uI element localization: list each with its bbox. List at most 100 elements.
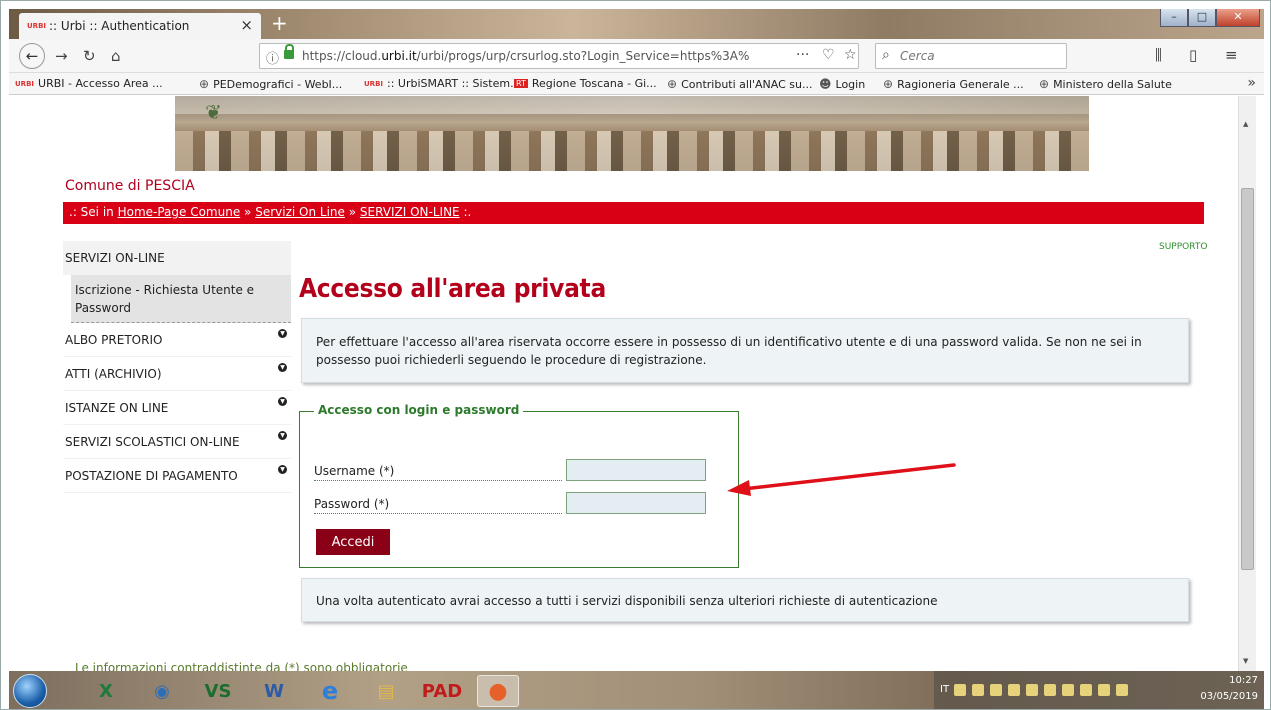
login-submit-button[interactable]: Accedi xyxy=(316,529,390,555)
pocket-icon[interactable]: ♡ xyxy=(822,47,835,63)
url-text[interactable]: https://cloud.urbi.it/urbi/progs/urp/crs… xyxy=(302,49,772,63)
expand-arrow-icon[interactable]: ▼ xyxy=(278,329,287,338)
bookmarks-bar: URBI URBI - Accesso Area ... ⊕ PEDemografi… xyxy=(9,73,1264,95)
taskbar-vs-icon[interactable]: VS xyxy=(197,675,239,707)
bookmark-item[interactable]: ⊕ Ragioneria Generale ... xyxy=(883,77,1024,91)
bookmark-item[interactable]: RT Regione Toscana - Gi... xyxy=(514,77,657,90)
page-content: ❦ Comune di PESCIA .: Sei in Home-Page C… xyxy=(9,96,1238,671)
breadcrumb: .: Sei in Home-Page Comune » Servizi On … xyxy=(63,202,1204,224)
close-window-button[interactable]: ✕ xyxy=(1216,9,1260,27)
back-button[interactable]: ← xyxy=(19,43,45,69)
bookmark-item[interactable]: URBI URBI - Accesso Area ... xyxy=(15,77,163,90)
access-info-box: Per effettuare l'accesso all'area riserv… xyxy=(301,318,1189,383)
menu-item-atti-archivio[interactable]: ATTI (ARCHIVIO) ▼ xyxy=(63,357,291,391)
urbi-favicon-icon: URBI xyxy=(27,22,47,30)
window-controls: – □ ✕ xyxy=(1160,9,1260,27)
login-form: Accesso con login e password Username (*… xyxy=(299,403,739,568)
library-icon[interactable]: ⫼ xyxy=(1155,46,1162,64)
annotation-arrow xyxy=(727,463,956,496)
minimize-button[interactable]: – xyxy=(1160,9,1188,27)
page-actions-icon[interactable]: ··· xyxy=(796,47,809,63)
globe-icon: ⊕ xyxy=(667,77,678,91)
username-input[interactable] xyxy=(566,459,706,481)
username-label: Username (*) xyxy=(314,464,562,481)
vertical-scrollbar[interactable]: ▲ ▼ xyxy=(1238,96,1256,671)
taskbar-firefox-icon[interactable]: ● xyxy=(477,675,519,707)
menu-item-postazione-pagamento[interactable]: POSTAZIONE DI PAGAMENTO ▼ xyxy=(63,459,291,493)
taskbar-explorer-icon[interactable]: ▤ xyxy=(365,675,407,707)
menu-icon[interactable]: ≡ xyxy=(1225,46,1238,64)
header-banner-image xyxy=(175,96,1089,171)
globe-icon: ⊕ xyxy=(199,77,210,91)
sidebar-icon[interactable]: ▯ xyxy=(1189,46,1197,64)
tab-close-icon[interactable]: × xyxy=(240,16,253,34)
menu-item-servizi-scolastici[interactable]: SERVIZI SCOLASTICI ON-LINE ▼ xyxy=(63,425,291,459)
menu-header[interactable]: SERVIZI ON-LINE xyxy=(63,241,291,275)
bookmark-item[interactable]: ☻ Login xyxy=(819,77,865,91)
maximize-button[interactable]: □ xyxy=(1188,9,1216,27)
search-icon: ⌕ xyxy=(882,47,890,63)
bookmark-item[interactable]: URBI:: UrbiSMART :: Sistem... xyxy=(364,77,521,90)
user-icon: ☻ xyxy=(819,77,832,91)
menu-item-albo-pretorio[interactable]: ALBO PRETORIO ▼ xyxy=(63,323,291,357)
bookmark-item[interactable]: ⊕ PEDemografici - WebI... xyxy=(199,77,342,91)
browser-tab[interactable]: URBI :: Urbi :: Authentication × xyxy=(19,13,261,39)
taskbar-ie-icon[interactable]: e xyxy=(309,675,351,707)
breadcrumb-link-servizi-online[interactable]: SERVIZI ON-LINE xyxy=(360,205,460,219)
bookmark-item[interactable]: ⊕ Ministero della Salute xyxy=(1039,77,1172,91)
windows-taskbar: X ◉ VS W e ▤ PAD ● IT 10:27 03/05/2019 xyxy=(9,671,1264,709)
taskbar-pad-icon[interactable]: PAD xyxy=(421,675,463,707)
taskbar-word-icon[interactable]: W xyxy=(253,675,295,707)
bookmark-item[interactable]: ⊕ Contributi all'ANAC su... xyxy=(667,77,813,91)
urbi-icon: URBI xyxy=(15,79,35,88)
urbi-icon: URBI xyxy=(364,79,384,88)
expand-arrow-icon[interactable]: ▼ xyxy=(278,363,287,372)
tab-title: :: Urbi :: Authentication xyxy=(49,19,190,33)
screenshot-frame: URBI :: Urbi :: Authentication × + – □ ✕… xyxy=(0,0,1271,710)
url-bar[interactable]: ⓘ https://cloud.urbi.it/urbi/progs/urp/c… xyxy=(259,43,859,69)
breadcrumb-link-servizi[interactable]: Servizi On Line xyxy=(255,205,345,219)
clock-date[interactable]: 03/05/2019 xyxy=(1200,691,1258,702)
breadcrumb-link-home[interactable]: Home-Page Comune xyxy=(118,205,241,219)
search-placeholder: Cerca xyxy=(900,49,935,63)
forward-button[interactable]: → xyxy=(55,47,68,65)
crest-decoration-icon: ❦ xyxy=(205,100,222,124)
search-box[interactable]: ⌕ Cerca xyxy=(875,43,1067,69)
login-form-legend: Accesso con login e password xyxy=(314,403,524,417)
clock-time[interactable]: 10:27 xyxy=(1229,675,1258,686)
taskbar-thunderbird-icon[interactable]: ◉ xyxy=(141,675,183,707)
new-tab-button[interactable]: + xyxy=(271,13,288,33)
lock-icon xyxy=(284,44,294,59)
start-button[interactable] xyxy=(13,674,47,708)
browser-navbar: ← → ↻ ⌂ ⓘ https://cloud.urbi.it/urbi/pro… xyxy=(9,39,1264,73)
system-tray: IT 10:27 03/05/2019 xyxy=(934,671,1264,709)
password-input[interactable] xyxy=(566,492,706,514)
menu-subitem-iscrizione[interactable]: Iscrizione - Richiesta Utente e Password xyxy=(71,275,291,323)
expand-arrow-icon[interactable]: ▼ xyxy=(278,431,287,440)
home-button[interactable]: ⌂ xyxy=(111,47,121,65)
tray-icons[interactable] xyxy=(954,684,1128,696)
scrollbar-thumb[interactable] xyxy=(1241,188,1254,570)
support-link[interactable]: SUPPORTO xyxy=(1159,242,1207,252)
bookmark-star-icon[interactable]: ☆ xyxy=(844,47,857,63)
authenticated-info-box: Una volta autenticato avrai accesso a tu… xyxy=(301,578,1189,622)
password-label: Password (*) xyxy=(314,497,562,514)
globe-icon: ⊕ xyxy=(883,77,894,91)
regione-toscana-icon: RT xyxy=(514,79,528,88)
municipality-name: Comune di PESCIA xyxy=(65,178,195,194)
bookmarks-more-button[interactable]: » xyxy=(1247,75,1256,91)
required-fields-note: Le informazioni contraddistinte da (*) s… xyxy=(75,661,408,671)
left-menu: SERVIZI ON-LINE Iscrizione - Richiesta U… xyxy=(63,241,291,493)
globe-icon: ⊕ xyxy=(1039,77,1050,91)
reload-button[interactable]: ↻ xyxy=(83,47,96,65)
menu-item-istanze-online[interactable]: ISTANZE ON LINE ▼ xyxy=(63,391,291,425)
expand-arrow-icon[interactable]: ▼ xyxy=(278,397,287,406)
scroll-up-icon[interactable]: ▲ xyxy=(1243,120,1248,128)
taskbar-excel-icon[interactable]: X xyxy=(85,675,127,707)
language-indicator[interactable]: IT xyxy=(940,684,949,695)
expand-arrow-icon[interactable]: ▼ xyxy=(278,465,287,474)
page-title: Accesso all'area privata xyxy=(299,274,606,304)
scroll-down-icon[interactable]: ▼ xyxy=(1243,657,1248,665)
info-icon[interactable]: ⓘ xyxy=(266,48,279,67)
browser-tab-bar: URBI :: Urbi :: Authentication × + – □ ✕ xyxy=(9,9,1264,39)
